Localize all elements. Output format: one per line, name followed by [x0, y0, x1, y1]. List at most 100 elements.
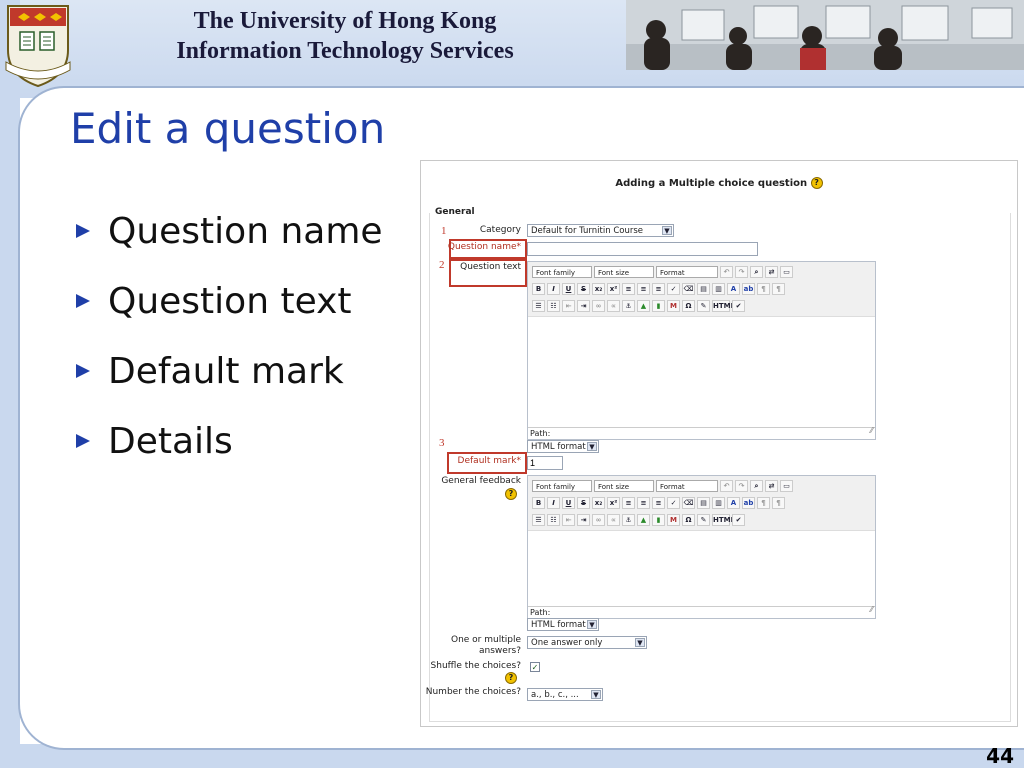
one-or-multiple-select[interactable]: One answer only ▼: [527, 636, 647, 649]
marker-3: 3: [439, 437, 445, 449]
shuffle-checkbox[interactable]: ✓: [530, 662, 540, 672]
strikethrough-icon[interactable]: S: [577, 496, 590, 509]
font-family-select[interactable]: Font family: [532, 265, 592, 278]
superscript-icon[interactable]: x²: [607, 282, 620, 295]
italic-icon[interactable]: I: [547, 282, 560, 295]
indent-icon[interactable]: ⇥: [577, 299, 590, 312]
bullet-list-icon[interactable]: ☰: [532, 299, 545, 312]
category-select[interactable]: Default for Turnitin Course ▼: [527, 224, 674, 237]
numbering-select[interactable]: a., b., c., ... ▼: [527, 688, 603, 701]
general-feedback-editor[interactable]: Font family Font size Format ↶ ↷ ⌕ ⇄ ▭ B…: [527, 475, 876, 619]
text-color-icon[interactable]: A: [727, 282, 740, 295]
ltr-icon[interactable]: ¶: [757, 496, 770, 509]
subscript-icon[interactable]: x₂: [592, 282, 605, 295]
align-center-icon[interactable]: ≡: [637, 282, 650, 295]
html-icon[interactable]: HTML: [712, 513, 735, 526]
replace-icon[interactable]: ⇄: [765, 479, 778, 492]
ltr-icon[interactable]: ¶: [757, 282, 770, 295]
numbered-list-icon[interactable]: ☷: [547, 299, 560, 312]
paste-text-icon[interactable]: ▤: [697, 496, 710, 509]
question-text-editor[interactable]: Font family Font size Format ↶ ↷ ⌕ ⇄ ▭ B…: [527, 261, 876, 440]
help-icon[interactable]: ?: [505, 672, 517, 684]
link-icon[interactable]: ∞: [592, 299, 605, 312]
rtl-icon[interactable]: ¶: [772, 282, 785, 295]
undo-icon[interactable]: ↶: [720, 265, 733, 278]
chevron-down-icon: ▼: [587, 620, 597, 629]
spellcheck-icon[interactable]: ✔: [732, 513, 745, 526]
redo-icon[interactable]: ↷: [735, 479, 748, 492]
anchor-icon[interactable]: ⚓: [622, 513, 635, 526]
format-select[interactable]: Format: [656, 265, 718, 278]
feedback-format-select[interactable]: HTML format ▼: [527, 618, 599, 631]
special-char-icon[interactable]: Ω: [682, 299, 695, 312]
chevron-down-icon: ▼: [635, 638, 645, 647]
subscript-icon[interactable]: x₂: [592, 496, 605, 509]
paste-word-icon[interactable]: ▥: [712, 282, 725, 295]
fullscreen-icon[interactable]: ▭: [780, 479, 793, 492]
unlink-icon[interactable]: ∝: [607, 513, 620, 526]
text-color-icon[interactable]: A: [727, 496, 740, 509]
html-icon[interactable]: HTML: [712, 299, 735, 312]
fullscreen-icon[interactable]: ▭: [780, 265, 793, 278]
question-name-input[interactable]: [527, 242, 758, 256]
category-value: Default for Turnitin Course: [531, 226, 643, 236]
outdent-icon[interactable]: ⇤: [562, 299, 575, 312]
indent-icon[interactable]: ⇥: [577, 513, 590, 526]
clean-icon[interactable]: ✓: [667, 282, 680, 295]
unlink-icon[interactable]: ∝: [607, 299, 620, 312]
rtl-icon[interactable]: ¶: [772, 496, 785, 509]
image-icon[interactable]: ▲: [637, 299, 650, 312]
find-icon[interactable]: ⌕: [750, 479, 763, 492]
align-right-icon[interactable]: ≡: [652, 282, 665, 295]
italic-icon[interactable]: I: [547, 496, 560, 509]
anchor-icon[interactable]: ⚓: [622, 299, 635, 312]
format-text: Format: [660, 268, 685, 277]
help-icon[interactable]: ?: [505, 488, 517, 500]
replace-icon[interactable]: ⇄: [765, 265, 778, 278]
font-size-select[interactable]: Font size: [594, 479, 654, 492]
numbered-list-icon[interactable]: ☷: [547, 513, 560, 526]
media-icon[interactable]: ▮: [652, 513, 665, 526]
underline-icon[interactable]: U: [562, 282, 575, 295]
undo-icon[interactable]: ↶: [720, 479, 733, 492]
moodle-media-icon[interactable]: M: [667, 299, 680, 312]
eraser-icon[interactable]: ⌫: [682, 282, 695, 295]
editor-content-area[interactable]: Path: ⁄⁄: [528, 531, 875, 618]
outdent-icon[interactable]: ⇤: [562, 513, 575, 526]
question-text-format-select[interactable]: HTML format ▼: [527, 440, 599, 453]
eraser-icon[interactable]: ⌫: [682, 496, 695, 509]
resize-grip-icon[interactable]: ⁄⁄: [870, 604, 873, 616]
format-select[interactable]: Format: [656, 479, 718, 492]
special-char-icon[interactable]: Ω: [682, 513, 695, 526]
help-icon[interactable]: ?: [810, 177, 823, 189]
link-icon[interactable]: ∞: [592, 513, 605, 526]
bullet-list-icon[interactable]: ☰: [532, 513, 545, 526]
strikethrough-icon[interactable]: S: [577, 282, 590, 295]
highlight-color-icon[interactable]: ab: [742, 496, 755, 509]
media-icon[interactable]: ▮: [652, 299, 665, 312]
paste-text-icon[interactable]: ▤: [697, 282, 710, 295]
edit-icon[interactable]: ✎: [697, 299, 710, 312]
image-icon[interactable]: ▲: [637, 513, 650, 526]
align-right-icon[interactable]: ≡: [652, 496, 665, 509]
redo-icon[interactable]: ↷: [735, 265, 748, 278]
spellcheck-icon[interactable]: ✔: [732, 299, 745, 312]
underline-icon[interactable]: U: [562, 496, 575, 509]
bold-icon[interactable]: B: [532, 496, 545, 509]
moodle-media-icon[interactable]: M: [667, 513, 680, 526]
paste-word-icon[interactable]: ▥: [712, 496, 725, 509]
find-icon[interactable]: ⌕: [750, 265, 763, 278]
font-size-select[interactable]: Font size: [594, 265, 654, 278]
align-left-icon[interactable]: ≡: [622, 496, 635, 509]
font-family-select[interactable]: Font family: [532, 479, 592, 492]
align-center-icon[interactable]: ≡: [637, 496, 650, 509]
default-mark-input[interactable]: [527, 456, 563, 470]
edit-icon[interactable]: ✎: [697, 513, 710, 526]
highlight-color-icon[interactable]: ab: [742, 282, 755, 295]
bold-icon[interactable]: B: [532, 282, 545, 295]
align-left-icon[interactable]: ≡: [622, 282, 635, 295]
superscript-icon[interactable]: x²: [607, 496, 620, 509]
clean-icon[interactable]: ✓: [667, 496, 680, 509]
resize-grip-icon[interactable]: ⁄⁄: [870, 425, 873, 437]
editor-content-area[interactable]: Path: ⁄⁄: [528, 317, 875, 439]
